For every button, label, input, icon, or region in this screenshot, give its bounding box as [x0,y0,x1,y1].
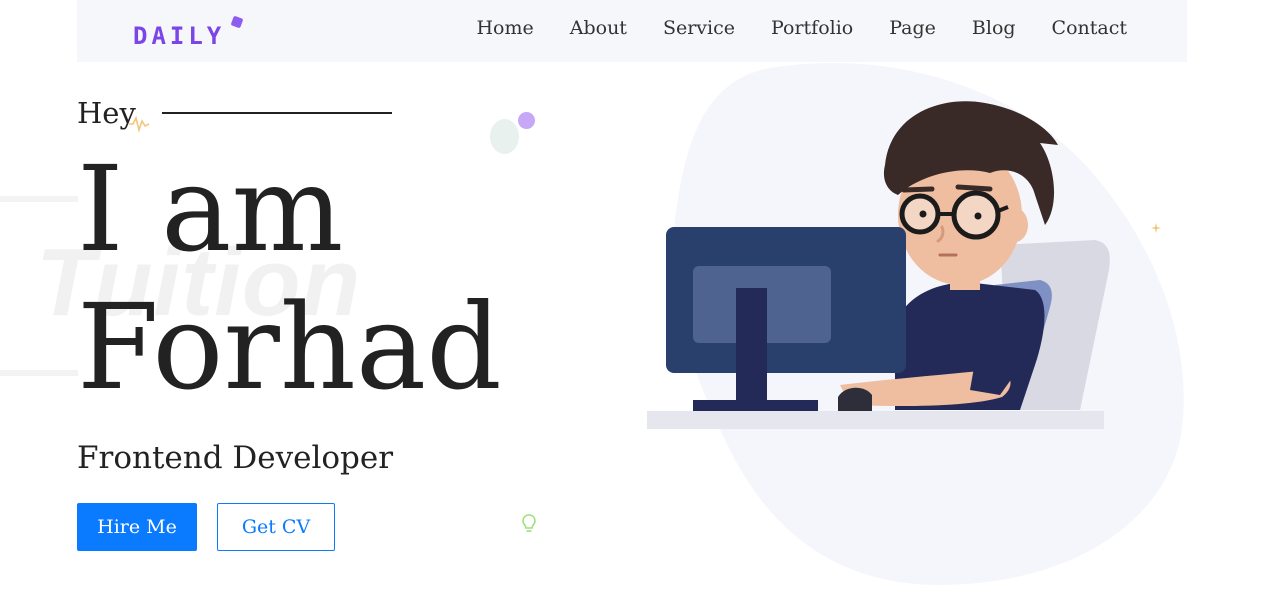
hero-title-line1: I am [77,140,344,278]
nav-link-portfolio[interactable]: Portfolio [771,17,853,39]
developer-illustration [647,101,1110,429]
nav-link-service[interactable]: Service [663,17,735,39]
greeting-line [161,112,392,114]
nav-link-blog[interactable]: Blog [972,17,1016,39]
hero-title-name: Forhad [77,278,502,416]
decor-dot [518,112,535,129]
get-cv-button[interactable]: Get CV [217,503,335,551]
nav-menu: Home About Service Portfolio Page Blog C… [476,17,1127,39]
hero-role: Frontend Developer [77,440,394,476]
nav-link-contact[interactable]: Contact [1052,17,1127,39]
nav-link-home[interactable]: Home [476,17,533,39]
lightbulb-icon [522,514,536,532]
decor-oval [490,119,519,154]
background-frame-bottom [0,370,78,376]
hire-me-button[interactable]: Hire Me [77,503,197,551]
nav-link-about[interactable]: About [570,17,627,39]
nav-link-page[interactable]: Page [889,17,936,39]
spark-icon [129,115,150,133]
site-logo[interactable]: DAILY [133,22,225,50]
background-frame-top [0,196,78,202]
navbar: DAILY Home About Service Portfolio Page … [77,0,1187,62]
logo-dot-icon [230,15,244,29]
greeting-row: Hey [77,96,392,130]
